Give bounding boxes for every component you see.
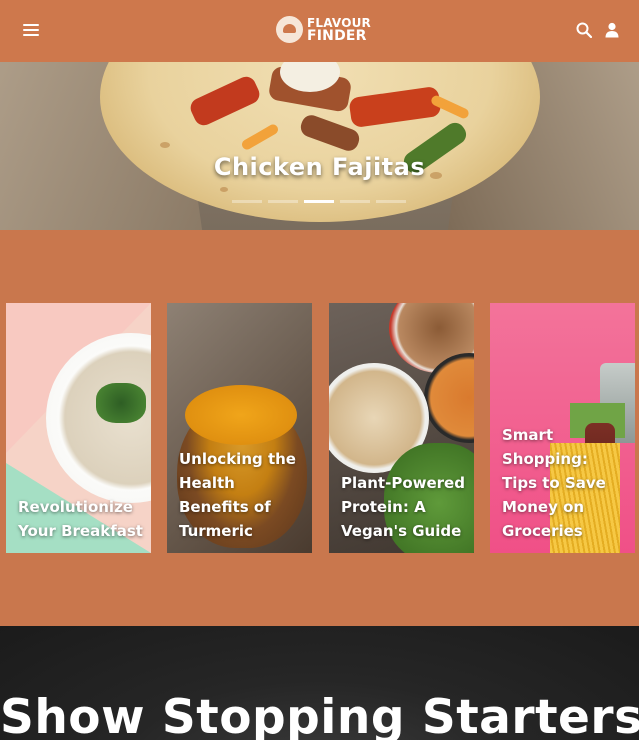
article-cards: Revolutionize Your Breakfast Unlocking t… (0, 303, 639, 553)
carousel-dot[interactable] (268, 200, 298, 203)
menu-icon[interactable] (23, 22, 39, 38)
card-title: Revolutionize Your Breakfast (18, 498, 143, 540)
site-header: FLAVOUR FINDER (0, 0, 639, 62)
logo-badge-icon (276, 16, 303, 43)
carousel-dot[interactable] (232, 200, 262, 203)
card-title: Unlocking the Health Benefits of Turmeri… (179, 450, 296, 540)
carousel-dot[interactable] (340, 200, 370, 203)
hero-title[interactable]: Chicken Fajitas (0, 153, 639, 181)
banner-title: Show Stopping Starters! (0, 690, 639, 740)
logo[interactable]: FLAVOUR FINDER (276, 15, 371, 45)
article-card-breakfast[interactable]: Revolutionize Your Breakfast (6, 303, 151, 553)
carousel-dot-active[interactable] (304, 200, 334, 203)
logo-text: FLAVOUR FINDER (307, 17, 371, 44)
user-icon[interactable] (604, 22, 620, 38)
article-card-grocery-tips[interactable]: Smart Shopping: Tips to Save Money on Gr… (490, 303, 635, 553)
search-icon[interactable] (576, 22, 593, 39)
logo-line-2: FINDER (307, 28, 367, 44)
card-title: Plant-Powered Protein: A Vegan's Guide (341, 474, 465, 540)
hero-carousel[interactable]: Chicken Fajitas (0, 62, 639, 230)
article-card-vegan-protein[interactable]: Plant-Powered Protein: A Vegan's Guide (329, 303, 474, 553)
carousel-dot[interactable] (376, 200, 406, 203)
starters-banner[interactable]: Show Stopping Starters! (0, 626, 639, 740)
card-title: Smart Shopping: Tips to Save Money on Gr… (502, 426, 606, 540)
article-card-turmeric[interactable]: Unlocking the Health Benefits of Turmeri… (167, 303, 312, 553)
